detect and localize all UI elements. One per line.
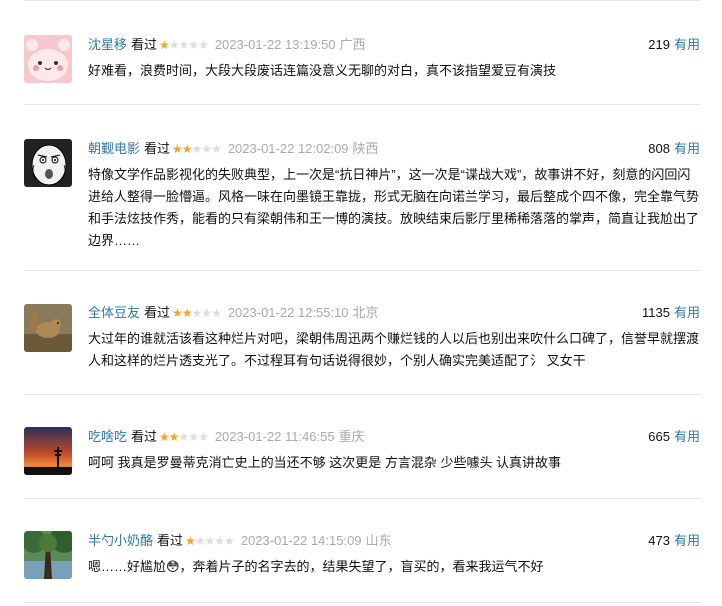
useful-button[interactable]: 有用 <box>674 37 700 52</box>
review-location: 广西 <box>339 37 366 52</box>
review-meta: 朝觐电影看过★★★★★★★★★★ 2023-01-22 12:02:09陕西 <box>88 140 379 158</box>
username-link[interactable]: 沈星移 <box>88 37 127 52</box>
rating-stars: ★★★★★★★★★★ <box>159 38 209 52</box>
rating-stars: ★★★★★★★★★★ <box>185 534 235 548</box>
watched-label: 看过 <box>144 305 171 320</box>
useful-button[interactable]: 有用 <box>674 141 700 156</box>
watched-label: 看过 <box>131 429 158 444</box>
review-location: 北京 <box>352 305 379 320</box>
vote-area: 1135 有用 <box>642 304 700 322</box>
divider <box>24 602 700 603</box>
review-time: 2023-01-22 12:02:09 <box>227 141 349 156</box>
squirrel-photo-avatar-icon[interactable] <box>24 304 72 352</box>
review-text: 大过年的谁就活该看这种烂片对吧，梁朝伟周迅两个赚烂钱的人以后也别出来吹什么口碑了… <box>88 331 700 368</box>
review-meta: 全体豆友看过★★★★★★★★★★ 2023-01-22 12:55:10北京 <box>88 304 379 322</box>
review-time: 2023-01-22 13:19:50 <box>214 37 336 52</box>
vote-count: 219 <box>648 37 670 52</box>
review-item: 吃啥吃看过★★★★★★★★★★ 2023-01-22 11:46:55重庆 665… <box>24 394 700 498</box>
useful-button[interactable]: 有用 <box>674 305 700 320</box>
vote-area: 219 有用 <box>648 36 700 54</box>
review-text: 嗯……好尴尬😳，奔着片子的名字去的，结果失望了，盲买的，看来我运气不好 <box>88 559 544 574</box>
vote-count: 808 <box>648 141 670 156</box>
review-time: 2023-01-22 14:15:09 <box>240 533 362 548</box>
rating-stars: ★★★★★★★★★★ <box>159 430 209 444</box>
review-location: 重庆 <box>338 429 365 444</box>
forest-photo-avatar-icon[interactable] <box>24 531 72 579</box>
review-text: 特像文学作品影视化的失败典型，上一次是“抗日神片”，这一次是“谍战大戏”，故事讲… <box>88 167 700 248</box>
vote-area: 808 有用 <box>648 140 700 158</box>
watched-label: 看过 <box>131 37 158 52</box>
vote-count: 665 <box>648 429 670 444</box>
review-item: 全体豆友看过★★★★★★★★★★ 2023-01-22 12:55:10北京 11… <box>24 270 700 394</box>
review-location: 山东 <box>365 533 392 548</box>
review-item: 朝觐电影看过★★★★★★★★★★ 2023-01-22 12:02:09陕西 80… <box>24 104 700 270</box>
username-link[interactable]: 半勺小奶酪 <box>88 533 153 548</box>
rating-stars: ★★★★★★★★★★ <box>172 142 222 156</box>
username-link[interactable]: 全体豆友 <box>88 305 140 320</box>
watched-label: 看过 <box>157 533 184 548</box>
vote-area: 473 有用 <box>648 532 700 550</box>
review-meta: 半勺小奶酪看过★★★★★★★★★★ 2023-01-22 14:15:09山东 <box>88 532 392 550</box>
pink-cat-avatar-icon[interactable] <box>24 35 72 83</box>
rage-face-avatar-icon[interactable] <box>24 139 72 187</box>
review-location: 陕西 <box>352 141 379 156</box>
review-item: 半勺小奶酪看过★★★★★★★★★★ 2023-01-22 14:15:09山东 4… <box>24 498 700 602</box>
vote-count: 1135 <box>642 305 670 320</box>
useful-button[interactable]: 有用 <box>674 533 700 548</box>
username-link[interactable]: 吃啥吃 <box>88 429 127 444</box>
review-text: 好难看，浪费时间，大段大段废话连篇没意义无聊的对白，真不该指望爱豆有演技 <box>88 63 557 78</box>
username-link[interactable]: 朝觐电影 <box>88 141 140 156</box>
watched-label: 看过 <box>144 141 171 156</box>
review-time: 2023-01-22 12:55:10 <box>227 305 349 320</box>
vote-count: 473 <box>648 533 670 548</box>
review-meta: 吃啥吃看过★★★★★★★★★★ 2023-01-22 11:46:55重庆 <box>88 428 365 446</box>
review-text: 呵呵 我真是罗曼蒂克消亡史上的当还不够 这次更是 方言混杂 少些噱头 认真讲故事 <box>88 455 562 470</box>
review-time: 2023-01-22 11:46:55 <box>214 429 335 444</box>
vote-area: 665 有用 <box>648 428 700 446</box>
review-item: 沈星移看过★★★★★★★★★★ 2023-01-22 13:19:50广西 219… <box>24 0 700 104</box>
rating-stars: ★★★★★★★★★★ <box>172 306 222 320</box>
review-meta: 沈星移看过★★★★★★★★★★ 2023-01-22 13:19:50广西 <box>88 36 366 54</box>
useful-button[interactable]: 有用 <box>674 429 700 444</box>
sunset-photo-avatar-icon[interactable] <box>24 427 72 475</box>
